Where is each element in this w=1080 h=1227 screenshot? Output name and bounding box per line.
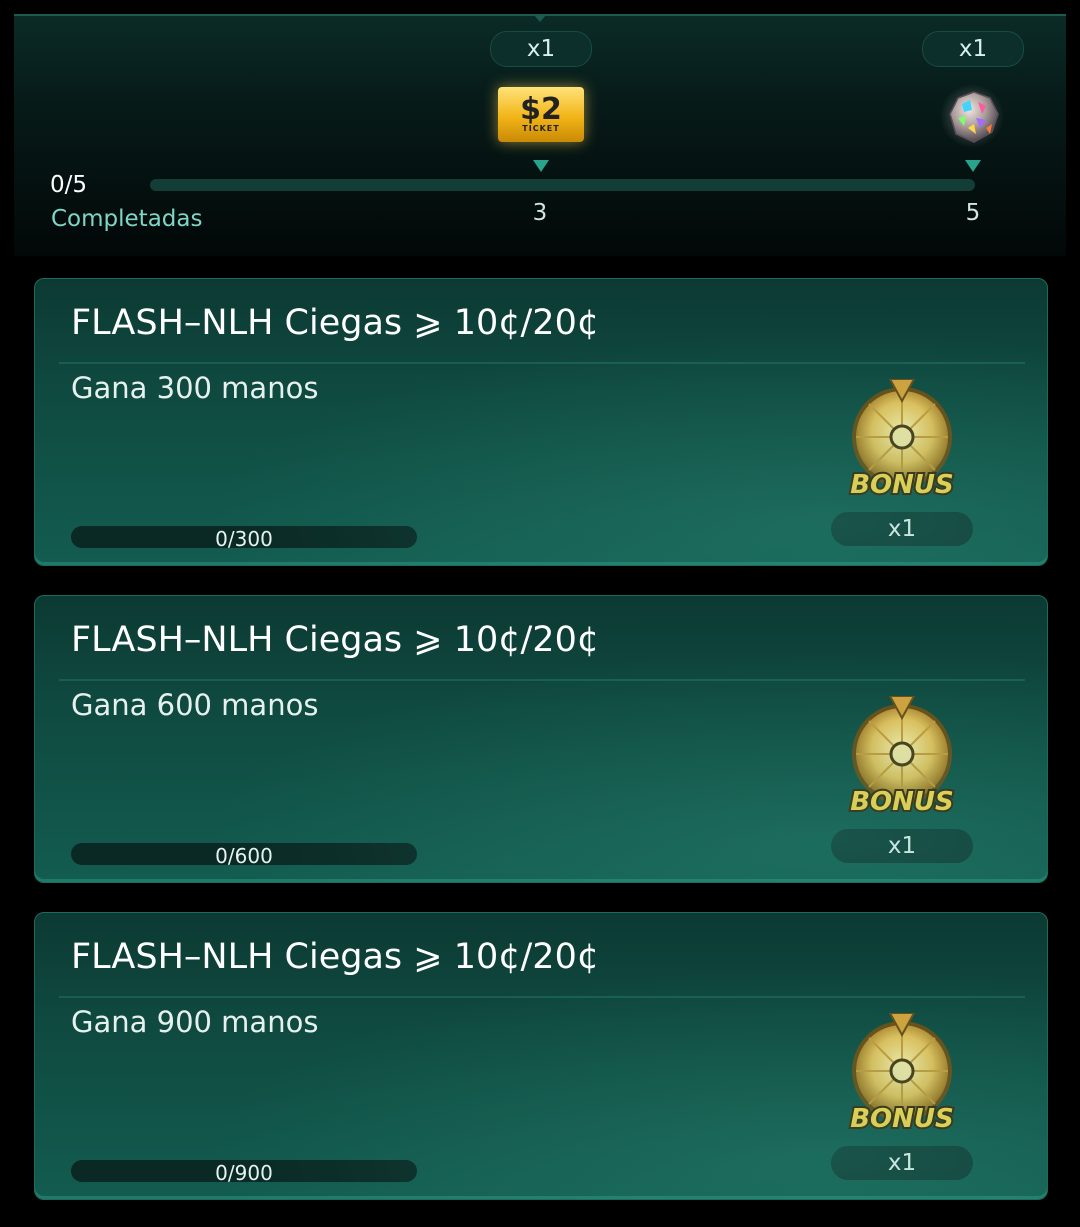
reward-multiplier: x1 [831, 829, 973, 863]
milestone-2-pointer [965, 160, 981, 172]
bonus-wheel-icon[interactable]: BONUS [847, 696, 957, 820]
task-title: FLASH–NLH Ciegas ⩾ 10¢/20¢ [71, 303, 600, 343]
task-progress-bar: 0/900 [71, 1160, 417, 1182]
reward-multiplier: x1 [831, 512, 973, 546]
overall-progress-bar [150, 179, 975, 191]
bonus-label: BONUS [850, 1104, 954, 1134]
task-progress-bar: 0/300 [71, 526, 417, 548]
task-progress-bar: 0/600 [71, 843, 417, 865]
task-divider [59, 996, 1025, 998]
reward-multiplier: x1 [831, 1146, 973, 1180]
task-title: FLASH–NLH Ciegas ⩾ 10¢/20¢ [71, 620, 600, 660]
milestone-1-pointer [533, 160, 549, 172]
task-title: FLASH–NLH Ciegas ⩾ 10¢/20¢ [71, 937, 600, 977]
milestone-2-step: 5 [965, 200, 981, 226]
task-card[interactable]: FLASH–NLH Ciegas ⩾ 10¢/20¢ Gana 900 mano… [34, 912, 1048, 1200]
task-progress-text: 0/900 [215, 1161, 273, 1182]
task-card[interactable]: FLASH–NLH Ciegas ⩾ 10¢/20¢ Gana 600 mano… [34, 595, 1048, 883]
task-divider [59, 679, 1025, 681]
task-divider [59, 362, 1025, 364]
milestone-1-multiplier: x1 [490, 31, 592, 67]
bonus-wheel-icon[interactable]: BONUS [847, 1013, 957, 1137]
completed-count: 0/5 [50, 172, 88, 198]
milestone-1-step: 3 [532, 200, 548, 226]
gem-stone-icon[interactable] [940, 84, 1004, 148]
completed-label: Completadas [51, 206, 203, 232]
task-progress-text: 0/300 [215, 527, 273, 548]
ticket-caption: TICKET [522, 124, 560, 133]
bonus-label: BONUS [850, 470, 954, 500]
milestone-2-multiplier: x1 [922, 31, 1024, 67]
task-card[interactable]: FLASH–NLH Ciegas ⩾ 10¢/20¢ Gana 300 mano… [34, 278, 1048, 566]
task-description: Gana 600 manos [71, 688, 319, 722]
ticket-amount: $2 [520, 92, 562, 127]
bonus-wheel-icon[interactable]: BONUS [847, 379, 957, 503]
task-description: Gana 300 manos [71, 371, 319, 405]
task-progress-text: 0/600 [215, 844, 273, 865]
task-description: Gana 900 manos [71, 1005, 319, 1039]
cash-ticket-icon[interactable]: $2 TICKET [498, 87, 584, 142]
bonus-label: BONUS [850, 787, 954, 817]
